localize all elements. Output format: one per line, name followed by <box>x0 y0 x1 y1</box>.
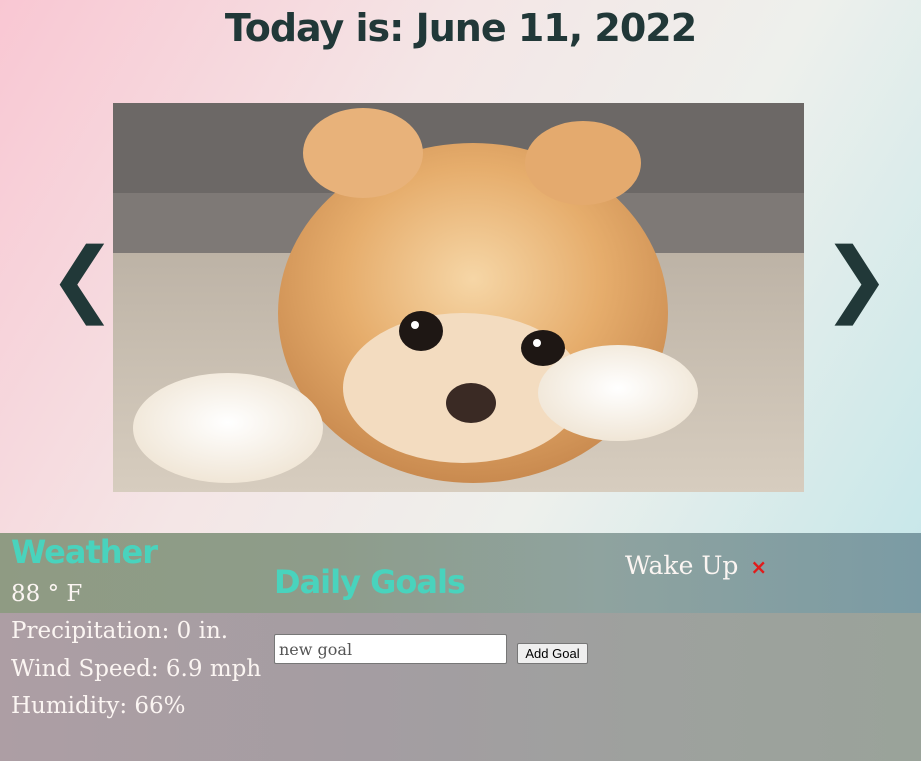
weather-temperature: 88 ° F <box>11 581 83 607</box>
goal-list-item: Wake Up × <box>625 551 767 580</box>
next-slide-icon[interactable]: ❯ <box>822 238 891 320</box>
dog-photo <box>113 103 804 492</box>
delete-goal-icon[interactable]: × <box>750 555 767 579</box>
weather-heading: Weather <box>11 533 158 571</box>
daily-goals-heading: Daily Goals <box>274 563 466 601</box>
add-goal-button[interactable]: Add Goal <box>517 643 588 664</box>
weather-humidity: Humidity: 66% <box>11 693 186 719</box>
weather-wind-speed: Wind Speed: 6.9 mph <box>11 656 262 682</box>
prev-slide-icon[interactable]: ❮ <box>48 238 117 320</box>
page-title: Today is: June 11, 2022 <box>224 6 697 50</box>
weather-precipitation: Precipitation: 0 in. <box>11 618 229 644</box>
goal-label: Wake Up <box>625 551 739 580</box>
new-goal-input[interactable] <box>274 634 507 664</box>
